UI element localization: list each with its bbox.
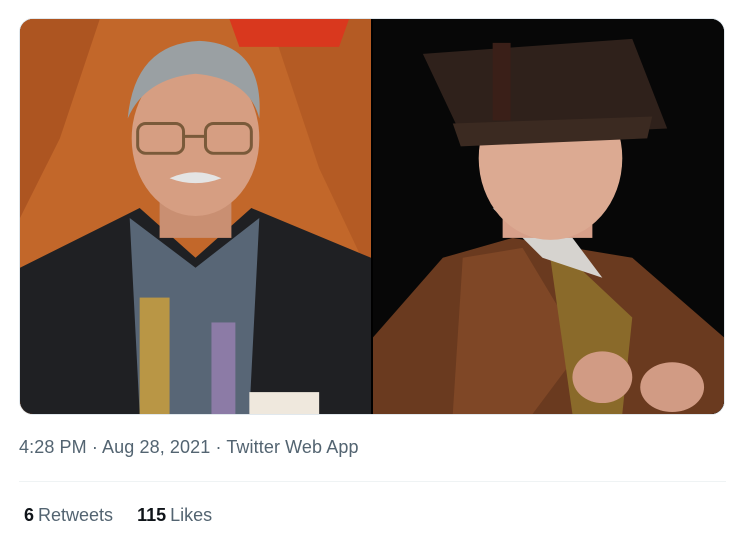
- retweets-stat[interactable]: 6 Retweets: [24, 505, 113, 526]
- tweet-source-link[interactable]: Twitter Web App: [226, 437, 358, 457]
- likes-label: Likes: [170, 505, 213, 525]
- retweets-count: 6: [24, 505, 35, 525]
- retweets-label: Retweets: [38, 505, 114, 525]
- tweet-meta: 4:28 PM · Aug 28, 2021 · Twitter Web App: [19, 437, 359, 458]
- right-photo-art: [373, 19, 724, 414]
- photo-right[interactable]: [373, 19, 724, 414]
- likes-count: 115: [137, 505, 167, 525]
- tweet-media[interactable]: [19, 18, 725, 415]
- tweet-date[interactable]: Aug 28, 2021: [102, 437, 210, 457]
- tweet-stats: 6 Retweets 115 Likes: [24, 505, 212, 526]
- divider: [19, 481, 726, 482]
- meta-separator: ·: [210, 437, 227, 457]
- left-photo-art: [20, 19, 371, 414]
- meta-separator: ·: [86, 437, 103, 457]
- likes-stat[interactable]: 115 Likes: [137, 505, 212, 526]
- photo-left[interactable]: [20, 19, 371, 414]
- tweet-time[interactable]: 4:28 PM: [19, 437, 87, 457]
